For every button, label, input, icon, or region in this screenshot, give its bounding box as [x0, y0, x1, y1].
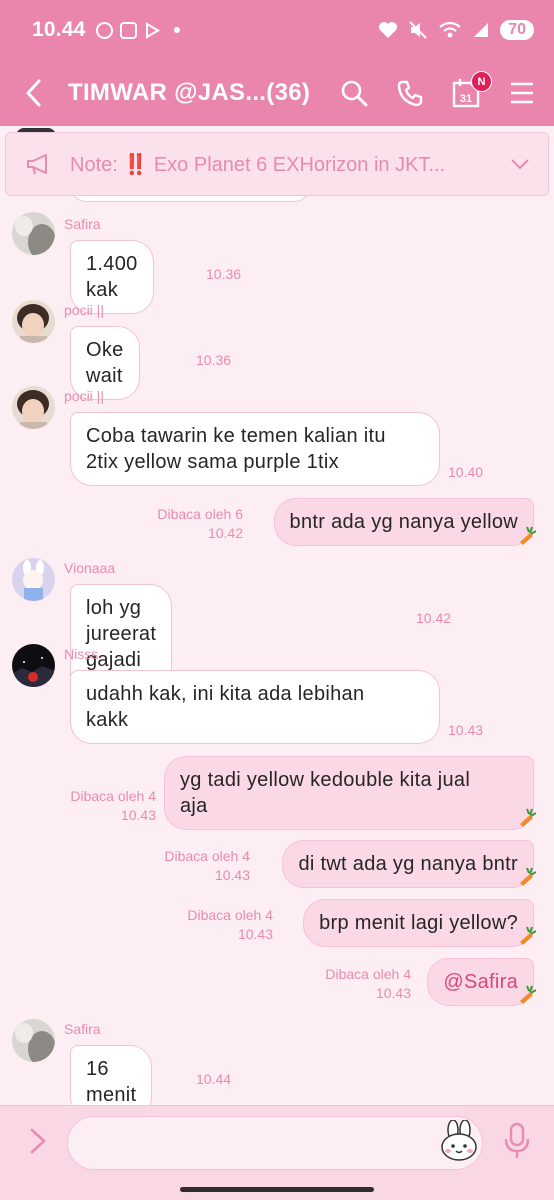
- message-meta: Dibaca oleh 4 10.43: [70, 787, 156, 825]
- carrot-sticker-icon: [520, 926, 536, 945]
- message-time: 10.42: [207, 525, 243, 541]
- chevron-left-icon: [26, 79, 41, 107]
- message-line: aja: [180, 795, 208, 817]
- new-badge: N: [471, 71, 492, 92]
- message-time: 10.36: [196, 352, 232, 368]
- chat-title[interactable]: TIMWAR @JAS...(36): [68, 79, 310, 107]
- instagram-icon: [119, 21, 137, 39]
- megaphone-icon: [27, 154, 47, 175]
- avatar-image: [12, 558, 55, 601]
- avatar-image: [12, 300, 55, 343]
- header-actions: 31 N: [338, 71, 538, 109]
- carrot-sticker-icon: [520, 867, 536, 886]
- sender-name: Nisss: [64, 646, 99, 662]
- read-receipt: Dibaca oleh 6: [157, 506, 243, 522]
- carrot-sticker-icon: [520, 526, 536, 545]
- microphone-icon[interactable]: [504, 1122, 530, 1160]
- message-time: 10.43: [214, 867, 250, 883]
- wifi-icon: [439, 21, 461, 38]
- chevron-right-icon[interactable]: [26, 1126, 50, 1156]
- message-meta: Dibaca oleh 6 10.42: [157, 505, 243, 543]
- whatsapp-icon: [95, 21, 113, 39]
- message-time: 10.43: [237, 926, 273, 942]
- message-meta: Dibaca oleh 4 10.43: [325, 965, 411, 1003]
- message-bubble[interactable]: bntr ada yg nanya yellow: [273, 498, 534, 546]
- sender-name: Safira: [64, 1021, 101, 1037]
- message-time: 10.40: [448, 464, 484, 480]
- sender-name: pocii ||: [64, 302, 104, 318]
- note-text: Note: ‼️ Exo Planet 6 EXHorizon in JKT..…: [70, 152, 445, 177]
- message-time: 10.43: [375, 985, 411, 1001]
- avatar-image: [12, 1019, 55, 1062]
- message-time: 10.43: [448, 722, 484, 738]
- read-receipt: Dibaca oleh 4: [164, 848, 250, 864]
- heart-icon: [379, 22, 398, 38]
- call-button[interactable]: [394, 77, 426, 109]
- chat-header: TIMWAR @JAS...(36) 31 N: [0, 60, 554, 126]
- note-banner[interactable]: Note: ‼️ Exo Planet 6 EXHorizon in JKT..…: [5, 132, 549, 196]
- message-meta: Dibaca oleh 4 10.43: [164, 847, 250, 885]
- message-line: yg tadi yellow kedouble kita jual: [180, 769, 471, 791]
- calendar-button[interactable]: 31 N: [450, 71, 492, 109]
- avatar-image: [12, 644, 55, 687]
- double-exclamation-icon: ‼️: [123, 153, 149, 176]
- note-content: Exo Planet 6 EXHorizon in JKT...: [153, 153, 446, 176]
- status-bar: 10.44 70: [0, 0, 554, 60]
- message-bubble[interactable]: di twt ada yg nanya bntr: [282, 840, 534, 888]
- phone-icon: [397, 80, 423, 107]
- message-meta: Dibaca oleh 4 10.43: [187, 906, 273, 944]
- message-line: kakk: [86, 709, 129, 731]
- home-indicator[interactable]: [180, 1187, 374, 1192]
- battery-level: 70: [500, 20, 534, 40]
- play-store-icon: [145, 21, 160, 39]
- read-receipt: Dibaca oleh 4: [187, 907, 273, 923]
- read-receipt: Dibaca oleh 4: [70, 788, 156, 804]
- message-composer: [0, 1105, 554, 1200]
- sender-name: pocii ||: [64, 388, 104, 404]
- message-time: 10.43: [120, 807, 156, 823]
- carrot-sticker-icon: [520, 808, 536, 827]
- note-label: Note:: [70, 153, 118, 176]
- avatar-image: [12, 386, 55, 429]
- sender-name: Vionaaa: [64, 560, 116, 576]
- search-button[interactable]: [338, 77, 370, 109]
- back-button[interactable]: [24, 73, 54, 113]
- read-receipt: Dibaca oleh 4: [325, 966, 411, 982]
- sticker-bunny-icon[interactable]: [438, 1120, 480, 1162]
- avatar-vionaaa[interactable]: [12, 558, 55, 601]
- status-time: 10.44: [32, 18, 86, 41]
- message-bubble[interactable]: udahh kak, ini kita ada lebihan kakk: [70, 670, 440, 744]
- message-bubble[interactable]: Coba tawarin ke temen kalian itu 2tix ye…: [70, 412, 440, 486]
- menu-button[interactable]: [506, 77, 538, 109]
- message-bubble[interactable]: yg tadi yellow kedouble kita jual aja: [164, 756, 534, 830]
- carrot-sticker-icon: [520, 985, 536, 1004]
- notification-icons: [95, 21, 180, 39]
- message-input[interactable]: [67, 1116, 483, 1170]
- message-time: 10.42: [416, 610, 452, 626]
- avatar-safira[interactable]: [12, 1019, 55, 1062]
- chevron-down-icon[interactable]: [510, 158, 530, 170]
- avatar-pocii[interactable]: [12, 300, 55, 343]
- message-line: Coba tawarin ke temen kalian itu: [86, 425, 386, 447]
- search-icon: [341, 80, 368, 107]
- avatar-image: [12, 212, 55, 255]
- signal-icon: [474, 23, 489, 37]
- avatar-safira[interactable]: [12, 212, 55, 255]
- hamburger-menu-icon: [511, 82, 533, 104]
- message-time: 10.44: [196, 1071, 232, 1087]
- status-right: 70: [378, 20, 534, 40]
- mute-icon: [409, 21, 427, 39]
- message-line: 2tix yellow sama purple 1tix: [86, 451, 339, 473]
- message-bubble[interactable]: brp menit lagi yellow?: [303, 899, 534, 947]
- sender-name: Safira: [64, 216, 101, 232]
- message-line: udahh kak, ini kita ada lebihan: [86, 683, 365, 705]
- message-time: 10.36: [206, 266, 242, 282]
- avatar-pocii[interactable]: [12, 386, 55, 429]
- calendar-day: 31: [460, 93, 472, 105]
- more-notifications-icon: [173, 27, 180, 33]
- avatar-nisss[interactable]: [12, 644, 55, 687]
